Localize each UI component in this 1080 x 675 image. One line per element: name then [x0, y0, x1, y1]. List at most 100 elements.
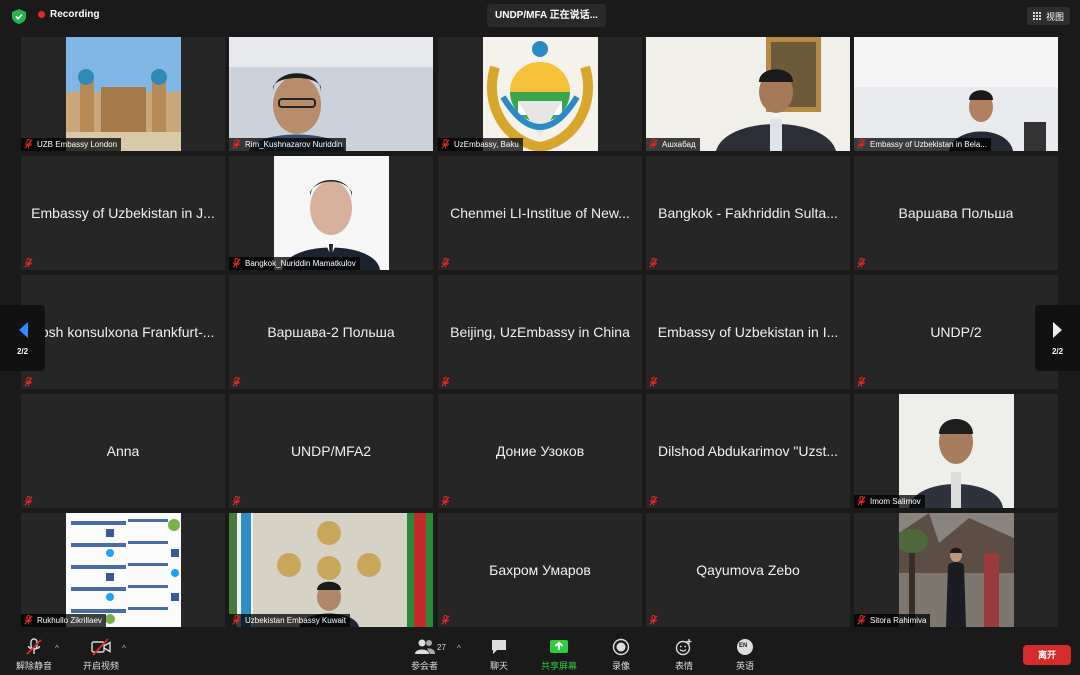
meeting-top-bar: Recording UNDP/MFA 正在说话... 视图	[0, 0, 1080, 32]
view-label: 视图	[1045, 11, 1064, 22]
left-arrow-icon	[18, 321, 28, 338]
chat-button[interactable]: 聊天	[490, 638, 508, 672]
security-shield-icon[interactable]	[12, 9, 26, 24]
participant-name-plate: Imom Salimov	[854, 495, 925, 508]
participant-tile[interactable]: Uzbekistan Embassy Kuwait	[229, 513, 433, 627]
share-screen-button[interactable]: 共享屏幕	[541, 638, 577, 672]
right-arrow-icon	[1052, 321, 1062, 338]
chat-icon	[492, 640, 506, 654]
muted-mic-icon	[649, 615, 658, 625]
participant-name-plate: Uzbekistan Embassy Kuwait	[229, 614, 350, 627]
muted-mic-icon	[24, 615, 33, 625]
muted-mic-icon	[649, 258, 658, 268]
participant-name: Embassy of Uzbekistan in J...	[31, 205, 215, 221]
muted-mic-icon	[24, 377, 33, 387]
participant-tile[interactable]: UZB Embassy London	[21, 37, 225, 151]
unmute-button[interactable]: 解除静音	[16, 638, 52, 672]
muted-mic-icon	[649, 139, 658, 149]
participant-tile[interactable]: Rukhullo Zikrillaev	[21, 513, 225, 627]
emoji-reaction-icon	[675, 639, 692, 656]
participant-name: UNDP/2	[930, 324, 982, 340]
participant-name: Chenmei LI-Institue of New...	[450, 205, 630, 221]
participant-tile[interactable]: UzEmbassy, Baku	[438, 37, 642, 151]
participants-button[interactable]: 参会者	[411, 638, 438, 672]
participant-name-plate: Rim_Kushnazarov Nuriddin	[229, 138, 347, 151]
view-button[interactable]: 视图	[1026, 7, 1070, 25]
start-video-button[interactable]: 开启视频	[83, 638, 119, 672]
participant-tile[interactable]: Варшава-2 Польша	[229, 275, 433, 389]
participant-tile[interactable]: Embassy of Uzbekistan in J...	[21, 156, 225, 270]
participant-name-plate: UZB Embassy London	[21, 138, 122, 151]
participant-tile[interactable]: Ашхабад	[646, 37, 850, 151]
participant-name-center: Embassy of Uzbekistan in I...	[646, 275, 850, 389]
participant-tile[interactable]: UNDP/MFA2	[229, 394, 433, 508]
participant-tile[interactable]: Anna	[21, 394, 225, 508]
participant-video	[66, 37, 181, 151]
participant-name-plate: Bangkok_Nuriddin Mamatkulov	[229, 257, 360, 270]
participant-video	[854, 37, 1058, 151]
participant-tile[interactable]: Chenmei LI-Institue of New...	[438, 156, 642, 270]
participant-tile[interactable]: Embassy of Uzbekistan in I...	[646, 275, 850, 389]
participant-tile[interactable]: Доние Узоков	[438, 394, 642, 508]
participant-video	[646, 37, 850, 151]
participant-video	[274, 156, 389, 270]
next-page-button[interactable]: 2/2	[1035, 305, 1080, 371]
participant-name-center: UNDP/2	[854, 275, 1058, 389]
video-off-icon	[91, 638, 111, 656]
participant-tile[interactable]: Bosh konsulxona Frankfurt-...	[21, 275, 225, 389]
meeting-toolbar: 解除静音 ^ 开启视频 ^ 参会者 27 ^ 聊天 共享屏幕 录像 表情 英语 …	[0, 634, 1080, 675]
audio-options-caret-icon[interactable]: ^	[55, 644, 59, 653]
participant-name: Imom Salimov	[870, 497, 921, 506]
participant-name-plate: Sitora Rahimiva	[854, 614, 931, 627]
recording-indicator[interactable]: Recording	[38, 9, 99, 20]
record-button[interactable]: 录像	[612, 638, 630, 672]
participant-tile[interactable]: Embassy of Uzbekistan in Bela...	[854, 37, 1058, 151]
muted-mic-icon	[232, 496, 241, 506]
previous-page-button[interactable]: 2/2	[0, 305, 45, 371]
participant-name-center: Beijing, UzEmbassy in China	[438, 275, 642, 389]
participant-name-center: Qayumova Zebo	[646, 513, 850, 627]
participants-icon	[414, 639, 435, 654]
participant-tile[interactable]: UNDP/2	[854, 275, 1058, 389]
participant-name-center: Бахром Умаров	[438, 513, 642, 627]
participant-name: Embassy of Uzbekistan in Bela...	[870, 140, 987, 149]
participant-name-center: Bangkok - Fakhriddin Sulta...	[646, 156, 850, 270]
participant-name: Варшава Польша	[898, 205, 1014, 221]
muted-mic-icon	[232, 258, 241, 268]
participant-name-center: Anna	[21, 394, 225, 508]
muted-mic-icon	[232, 139, 241, 149]
participant-tile[interactable]: Sitora Rahimiva	[854, 513, 1058, 627]
muted-mic-icon	[649, 496, 658, 506]
participant-tile[interactable]: Rim_Kushnazarov Nuriddin	[229, 37, 433, 151]
participant-tile[interactable]: Bangkok - Fakhriddin Sulta...	[646, 156, 850, 270]
leave-meeting-button[interactable]: 离开	[1023, 645, 1071, 665]
participant-tile[interactable]: Beijing, UzEmbassy in China	[438, 275, 642, 389]
participant-tile[interactable]: Qayumova Zebo	[646, 513, 850, 627]
participant-tile[interactable]: Dilshod Abdukarimov "Uzst...	[646, 394, 850, 508]
participant-name-center: Bosh konsulxona Frankfurt-...	[21, 275, 225, 389]
participants-label: 参会者	[411, 661, 439, 671]
participant-name: Доние Узоков	[495, 443, 585, 459]
muted-mic-icon	[441, 258, 450, 268]
participant-tile[interactable]: Imom Salimov	[854, 394, 1058, 508]
share-screen-label: 共享屏幕	[541, 661, 578, 671]
muted-mic-icon	[441, 615, 450, 625]
participant-video	[229, 37, 433, 151]
page-indicator-right: 2/2	[1051, 346, 1064, 356]
reactions-button[interactable]: 表情	[675, 638, 693, 672]
participant-name-center: Embassy of Uzbekistan in J...	[21, 156, 225, 270]
participant-name-plate: Rukhullo Zikrillaev	[21, 614, 106, 627]
participant-video	[483, 37, 598, 151]
participant-name: Бахром Умаров	[489, 562, 591, 578]
participant-tile[interactable]: Бахром Умаров	[438, 513, 642, 627]
participant-name-center: Chenmei LI-Institue of New...	[438, 156, 642, 270]
participant-name: Bangkok_Nuriddin Mamatkulov	[245, 259, 356, 268]
participants-caret-icon[interactable]: ^	[457, 644, 461, 653]
participant-tile[interactable]: Bangkok_Nuriddin Mamatkulov	[229, 156, 433, 270]
participant-tile[interactable]: Варшава Польша	[854, 156, 1058, 270]
participant-name: Sitora Rahimiva	[870, 616, 927, 625]
participant-name: Rukhullo Zikrillaev	[37, 616, 102, 625]
video-options-caret-icon[interactable]: ^	[122, 644, 126, 653]
muted-mic-icon	[857, 496, 866, 506]
participant-name-plate: Ашхабад	[646, 138, 700, 151]
